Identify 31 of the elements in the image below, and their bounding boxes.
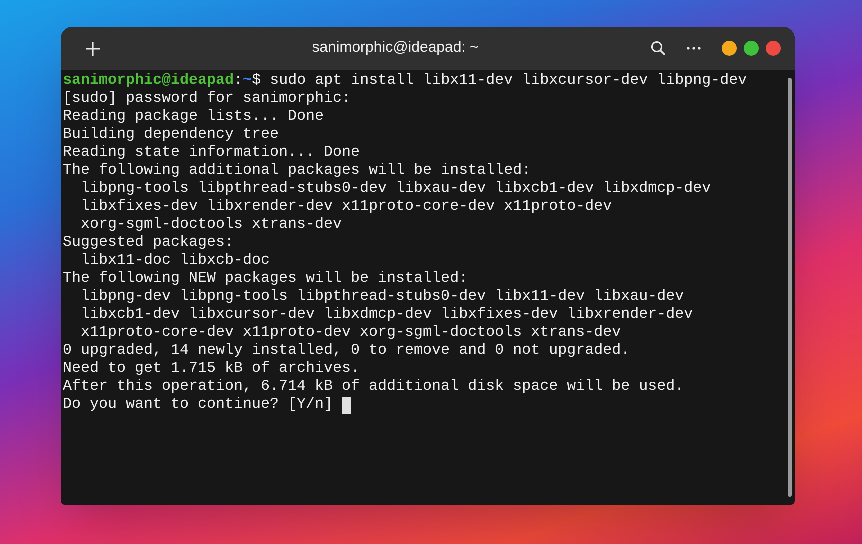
output-line: libxcb1-dev libxcursor-dev libxdmcp-dev libxfixes-dev libxrender-dev [80,306,694,323]
output-line: libpng-tools libpthread-stubs0-dev libxau-dev libxcb1-dev libxdmcp-dev [80,180,712,197]
output-line: Building dependency tree [63,126,280,143]
output-line: Suggested packages: [63,234,234,251]
plus-icon [86,42,100,56]
more-icon [687,47,701,50]
prompt-separator: : [234,72,244,89]
scrollbar[interactable] [788,78,792,497]
maximize-button[interactable] [744,41,759,56]
output-line: [sudo] password for sanimorphic: [63,90,352,107]
window-title: sanimorphic@ideapad: ~ [312,38,479,58]
prompt-path: ~ [243,72,252,89]
output-line: Reading state information... Done [63,144,360,161]
output-line: Do you want to continue? [Y/n] [63,396,334,414]
output-line: The following additional packages will be installed: [63,162,532,179]
command-text: $ sudo apt install libx11-dev libxcursor-dev libpng-dev [252,72,748,89]
search-icon [650,41,666,56]
output-line: libpng-dev libpng-tools libpthread-stubs0-dev libx11-dev libxau-dev [80,288,684,305]
output-line: Need to get 1.715 kB of archives. [63,360,360,377]
output-line: libxfixes-dev libxrender-dev x11proto-core-dev x11proto-dev [80,198,612,215]
minimize-button[interactable] [722,41,737,56]
output-line: 0 upgraded, 14 newly installed, 0 to remove and 0 not upgraded. [63,342,630,359]
output-line: x11proto-core-dev x11proto-dev xorg-sgml-doctools xtrans-dev [80,324,622,341]
output-line: Reading package lists... Done [63,108,324,125]
prompt-user-host: sanimorphic@ideapad [63,72,234,89]
output-line: The following NEW packages will be installed: [63,270,468,287]
close-button[interactable] [766,41,781,56]
output-line: libx11-doc libxcb-doc [80,252,270,269]
text-cursor [342,396,352,414]
output-line: After this operation, 6.714 kB of additional disk space will be used. [63,378,684,395]
output-line: xorg-sgml-doctools xtrans-dev [80,216,342,233]
